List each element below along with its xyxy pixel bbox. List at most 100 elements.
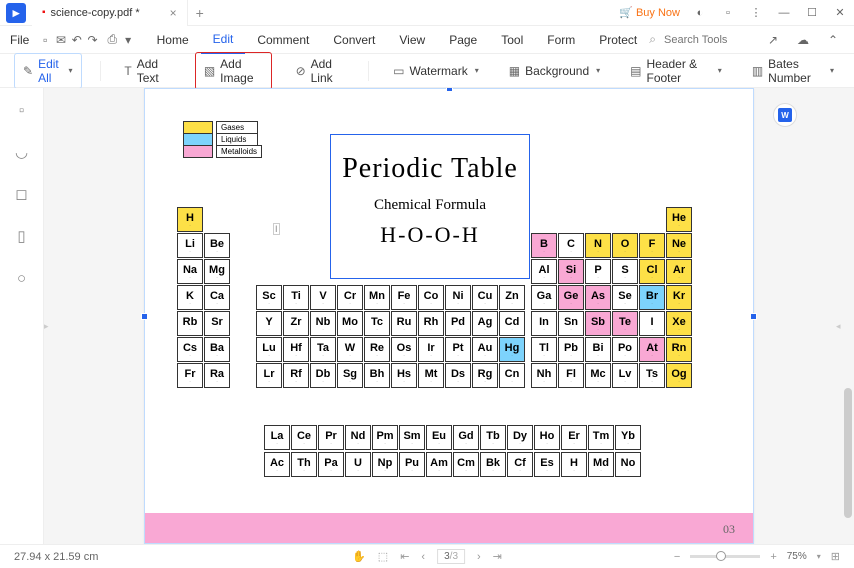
close-button[interactable]: ✕ [832, 5, 848, 21]
titlebar: ▸ ▪ science-copy.pdf * × + 🛒 Buy Now ◐ ▫… [0, 0, 854, 26]
add-link-button[interactable]: ⊘ Add Link [290, 53, 351, 89]
element-cell: P· [585, 259, 611, 284]
last-page-icon[interactable]: ⇥ [493, 550, 502, 563]
tab-page[interactable]: Page [437, 26, 489, 54]
element-cell: Ti· [283, 285, 309, 310]
page-indicator[interactable]: 3/3 [437, 549, 465, 564]
element-cell: Au· [472, 337, 498, 362]
word-export-icon[interactable]: W [773, 103, 797, 127]
prev-page-icon[interactable]: ‹ [421, 551, 425, 563]
expand-right-icon[interactable]: ◂ [836, 316, 844, 336]
new-tab-button[interactable]: + [188, 5, 212, 21]
zoom-in-icon[interactable]: + [770, 551, 776, 563]
element-cell: At· [639, 337, 665, 362]
cloud-icon[interactable]: ☁ [792, 33, 814, 47]
minimize-button[interactable]: — [776, 5, 792, 21]
element-cell: Li· [177, 233, 203, 258]
add-image-button[interactable]: ▧ Add Image [195, 52, 272, 90]
element-cell: Ar· [666, 259, 692, 284]
expand-icon[interactable]: ⌃ [822, 33, 844, 47]
document-tab[interactable]: ▪ science-copy.pdf * × [32, 0, 188, 26]
tab-close-icon[interactable]: × [170, 6, 177, 20]
fit-icon[interactable]: ⊞ [831, 550, 840, 563]
undo-icon[interactable]: ↶ [69, 33, 85, 47]
selection-handle[interactable] [750, 313, 757, 320]
file-menu[interactable]: File [10, 33, 29, 47]
watermark-button[interactable]: ▭ Watermark ▾ [387, 60, 485, 82]
mail-icon[interactable]: ✉ [53, 33, 69, 47]
element-cell: Al· [531, 259, 557, 284]
attachment-icon[interactable]: ▯ [12, 226, 32, 246]
save-icon[interactable]: ▫ [37, 33, 53, 47]
element-cell: Te· [612, 311, 638, 336]
tab-home[interactable]: Home [145, 26, 201, 54]
dropdown-icon[interactable]: ▾ [120, 33, 136, 47]
thumbnails-icon[interactable]: ▫ [12, 100, 32, 120]
search-panel-icon[interactable]: ○ [12, 268, 32, 288]
element-cell: Cu· [472, 285, 498, 310]
element-cell: Tc· [364, 311, 390, 336]
element-cell: Pb· [558, 337, 584, 362]
comment-icon[interactable]: ◻ [12, 184, 32, 204]
next-page-icon[interactable]: › [477, 551, 481, 563]
select-tool-icon[interactable]: ⬚ [378, 550, 388, 563]
scrollbar[interactable] [844, 388, 852, 518]
element-cell: H· [561, 452, 587, 477]
first-page-icon[interactable]: ⇤ [400, 550, 409, 563]
hand-tool-icon[interactable]: ✋ [352, 550, 366, 563]
tab-convert[interactable]: Convert [321, 26, 387, 54]
buy-now-link[interactable]: 🛒 Buy Now [619, 6, 680, 19]
add-text-button[interactable]: T Add Text [118, 53, 176, 89]
selection-handle[interactable] [446, 88, 453, 92]
background-button[interactable]: ▦ Background ▾ [503, 60, 606, 82]
tab-view[interactable]: View [387, 26, 437, 54]
tab-form[interactable]: Form [535, 26, 587, 54]
element-cell: Th· [291, 452, 317, 477]
element-cell: Am· [426, 452, 452, 477]
doc-title: Periodic Table [331, 153, 529, 185]
element-cell: Sm· [399, 425, 425, 450]
element-cell: Pa· [318, 452, 344, 477]
tab-edit[interactable]: Edit [201, 26, 246, 54]
selection-handle[interactable] [141, 313, 148, 320]
element-cell: Ho· [534, 425, 560, 450]
edit-all-button[interactable]: ✎ Edit All ▾ [14, 53, 82, 89]
element-cell: Nh· [531, 363, 557, 388]
tab-tool[interactable]: Tool [489, 26, 535, 54]
zoom-caret-icon[interactable]: ▾ [817, 552, 821, 561]
cart-icon: 🛒 [619, 6, 633, 19]
element-cell: Ra· [204, 363, 230, 388]
help-icon[interactable]: ◐ [692, 5, 708, 21]
header-footer-button[interactable]: ▤ Header & Footer ▾ [624, 53, 728, 89]
element-cell: Xe· [666, 311, 692, 336]
element-cell: Tm· [588, 425, 614, 450]
tab-comment[interactable]: Comment [245, 26, 321, 54]
zoom-out-icon[interactable]: − [674, 551, 680, 563]
redo-icon[interactable]: ↷ [85, 33, 101, 47]
notification-icon[interactable]: ▫ [720, 5, 736, 21]
element-cell: Rn· [666, 337, 692, 362]
element-cell: He· [666, 207, 692, 232]
element-cell: Zr· [283, 311, 309, 336]
element-cell: Se· [612, 285, 638, 310]
element-cell: Bh· [364, 363, 390, 388]
share-icon[interactable]: ↗ [762, 33, 784, 47]
element-cell: Rf· [283, 363, 309, 388]
element-cell: Gd· [453, 425, 479, 450]
pdf-page[interactable]: GasesLiquidsMetalloids Periodic Table Ch… [144, 88, 754, 544]
maximize-button[interactable]: ☐ [804, 5, 820, 21]
bates-icon: ▥ [752, 64, 763, 78]
element-cell: Ds· [445, 363, 471, 388]
element-cell: Ge· [558, 285, 584, 310]
bates-number-button[interactable]: ▥ Bates Number ▾ [746, 53, 840, 89]
search-input[interactable] [664, 34, 754, 46]
more-icon[interactable]: ⋮ [748, 5, 764, 21]
bookmark-icon[interactable]: ◡ [12, 142, 32, 162]
watermark-icon: ▭ [393, 64, 404, 78]
print-icon[interactable]: ⎙ [104, 32, 120, 47]
element-cell: Mg· [204, 259, 230, 284]
element-cell: Eu· [426, 425, 452, 450]
zoom-slider[interactable] [690, 555, 760, 558]
element-cell: Fr· [177, 363, 203, 388]
tab-protect[interactable]: Protect [587, 26, 649, 54]
